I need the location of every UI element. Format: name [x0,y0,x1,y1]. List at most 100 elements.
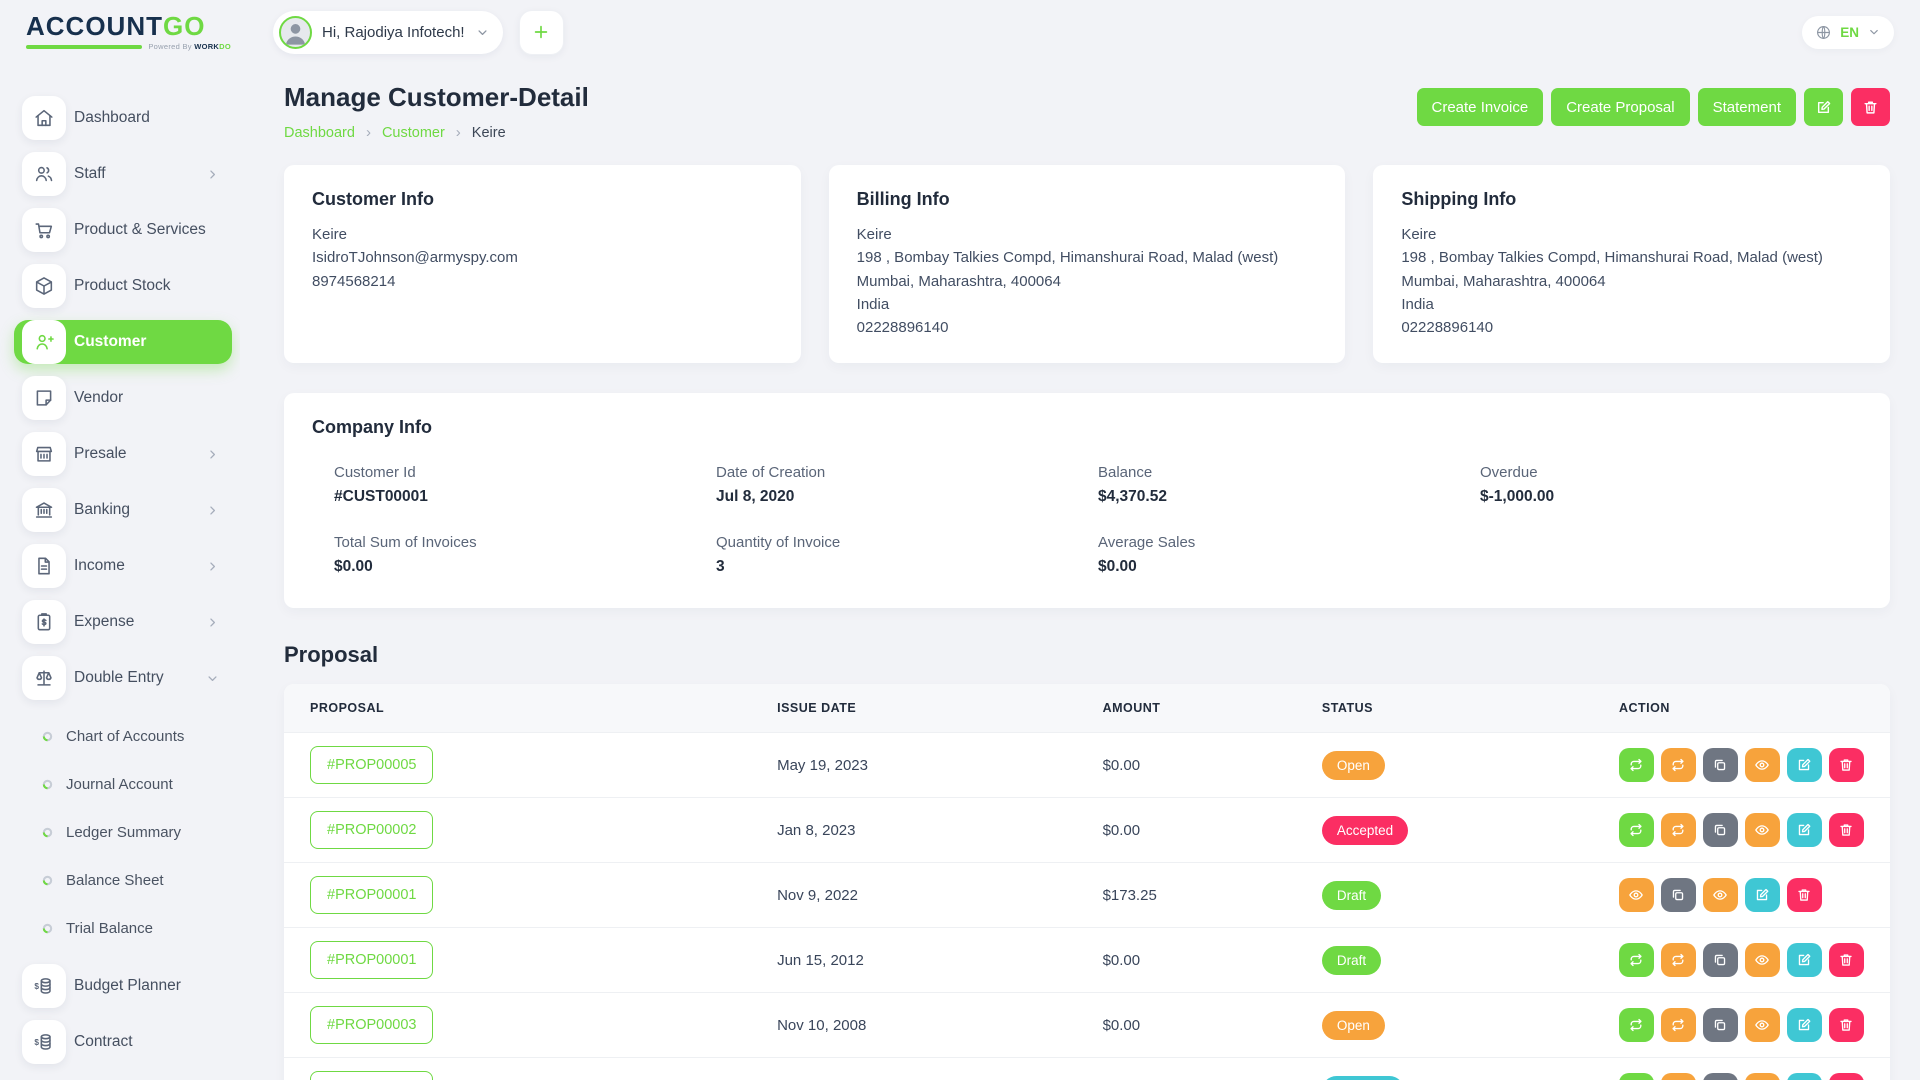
row-action-trash-button[interactable] [1829,943,1864,977]
card-line: Mumbai, Maharashtra, 400064 [1401,270,1862,293]
sidebar-subitem-chart-of-accounts[interactable]: Chart of Accounts [0,712,240,760]
row-action-repeat-button[interactable] [1619,1073,1654,1080]
sidebar-item-double-entry[interactable]: Double Entry [14,656,232,700]
sidebar-item-presale[interactable]: Presale [14,432,232,476]
row-action-repeat-button[interactable] [1661,1073,1696,1080]
person-icon [281,18,310,47]
row-action-repeat-button[interactable] [1619,943,1654,977]
proposal-id-button[interactable]: #PROP00003 [310,1006,433,1044]
status-badge: Draft [1322,881,1381,910]
row-action-eye-button[interactable] [1703,878,1738,912]
proposal-section-title: Proposal [284,642,1890,668]
row-actions [1619,943,1864,977]
brand-logo[interactable]: ACCOUNTGO Powered By WORKDO [26,13,231,51]
table-row: #PROP00005May 19, 2023$0.00Open [284,733,1890,798]
row-action-trash-button[interactable] [1829,1073,1864,1080]
row-action-eye-button[interactable] [1745,813,1780,847]
box-icon [33,275,55,297]
sidebar-item-income[interactable]: Income [14,544,232,588]
chevron-down-icon [475,25,490,40]
row-action-eye-button[interactable] [1619,878,1654,912]
sidebar-subitem-journal-account[interactable]: Journal Account [0,760,240,808]
column-header-amount: AMOUNT [1077,684,1296,733]
quick-add-button[interactable] [519,10,564,55]
sidebar-item-contract[interactable]: $Contract [14,1020,232,1064]
column-header-status: STATUS [1296,684,1593,733]
customer-info-card: Customer InfoKeireIsidroTJohnson@armyspy… [284,165,801,363]
proposal-id-button[interactable]: #PROP00001 [310,941,433,979]
issue-date-cell: Nov 10, 2008 [751,993,1076,1058]
language-selector[interactable]: EN [1802,16,1894,49]
statement-button[interactable]: Statement [1698,88,1796,126]
row-action-repeat-button[interactable] [1619,748,1654,782]
field-value: $0.00 [1098,558,1480,576]
eye-icon [1754,757,1770,773]
row-action-copy-button[interactable] [1703,1008,1738,1042]
header-edit-button[interactable] [1804,88,1843,126]
sidebar-item-label: Product Stock [74,277,171,295]
row-action-trash-button[interactable] [1829,813,1864,847]
sidebar-item-label: Product & Services [74,221,206,239]
sidebar-item-staff[interactable]: Staff [14,152,232,196]
sidebar-item-customer[interactable]: Customer [14,320,232,364]
row-action-copy-button[interactable] [1703,1073,1738,1080]
row-action-copy-button[interactable] [1703,748,1738,782]
sidebar-item-product-services[interactable]: Product & Services [14,208,232,252]
breadcrumb-customer[interactable]: Customer [382,125,445,141]
sidebar-subitem-label: Journal Account [66,776,173,793]
row-action-repeat-button[interactable] [1661,1008,1696,1042]
row-action-copy-button[interactable] [1703,813,1738,847]
row-action-eye-button[interactable] [1745,1008,1780,1042]
row-action-repeat-button[interactable] [1661,748,1696,782]
globe-icon [1815,24,1832,41]
sidebar-item-expense[interactable]: Expense [14,600,232,644]
row-action-edit-button[interactable] [1787,813,1822,847]
row-action-eye-button[interactable] [1745,943,1780,977]
header-trash-button[interactable] [1851,88,1890,126]
amount-cell: $0.00 [1077,733,1296,798]
eye-icon [1628,887,1644,903]
issue-date-cell: Sep 4, 2001 [751,1058,1076,1080]
row-action-edit-button[interactable] [1787,1008,1822,1042]
row-action-copy-button[interactable] [1703,943,1738,977]
table-row: #PROP00001Nov 9, 2022$173.25Draft [284,863,1890,928]
row-action-repeat-button[interactable] [1619,1008,1654,1042]
row-action-edit-button[interactable] [1787,748,1822,782]
row-action-eye-button[interactable] [1745,748,1780,782]
eye-icon [1712,887,1728,903]
sidebar-subitem-ledger-summary[interactable]: Ledger Summary [0,808,240,856]
breadcrumb-dashboard[interactable]: Dashboard [284,125,355,141]
sidebar-item-budget-planner[interactable]: $Budget Planner [14,964,232,1008]
sidebar-item-dashboard[interactable]: Dashboard [14,96,232,140]
row-action-edit-button[interactable] [1745,878,1780,912]
row-action-edit-button[interactable] [1787,1073,1822,1080]
row-action-trash-button[interactable] [1829,748,1864,782]
proposal-id-button[interactable]: #PROP00005 [310,746,433,784]
user-greeting: Hi, Rajodiya Infotech! [322,24,465,41]
copy-icon [1712,1017,1728,1033]
row-action-copy-button[interactable] [1661,878,1696,912]
row-action-trash-button[interactable] [1787,878,1822,912]
create-proposal-button[interactable]: Create Proposal [1551,88,1689,126]
row-action-repeat-button[interactable] [1619,813,1654,847]
row-action-repeat-button[interactable] [1661,943,1696,977]
row-action-repeat-button[interactable] [1661,813,1696,847]
card-line: Keire [312,223,773,246]
proposal-id-button[interactable]: #PROP00010 [310,1071,433,1080]
edit-icon [1796,1017,1812,1033]
sidebar-subitem-trial-balance[interactable]: Trial Balance [0,904,240,952]
row-action-trash-button[interactable] [1829,1008,1864,1042]
file-icon [33,555,55,577]
row-action-eye-button[interactable] [1745,1073,1780,1080]
proposal-id-button[interactable]: #PROP00002 [310,811,433,849]
sidebar-subitem-balance-sheet[interactable]: Balance Sheet [0,856,240,904]
column-header-issue-date: ISSUE DATE [751,684,1076,733]
sidebar-item-banking[interactable]: Banking [14,488,232,532]
sidebar-item-product-stock[interactable]: Product Stock [14,264,232,308]
create-invoice-button[interactable]: Create Invoice [1417,88,1544,126]
user-menu[interactable]: Hi, Rajodiya Infotech! [273,11,503,54]
row-action-edit-button[interactable] [1787,943,1822,977]
copy-icon [1712,952,1728,968]
proposal-id-button[interactable]: #PROP00001 [310,876,433,914]
sidebar-item-vendor[interactable]: Vendor [14,376,232,420]
